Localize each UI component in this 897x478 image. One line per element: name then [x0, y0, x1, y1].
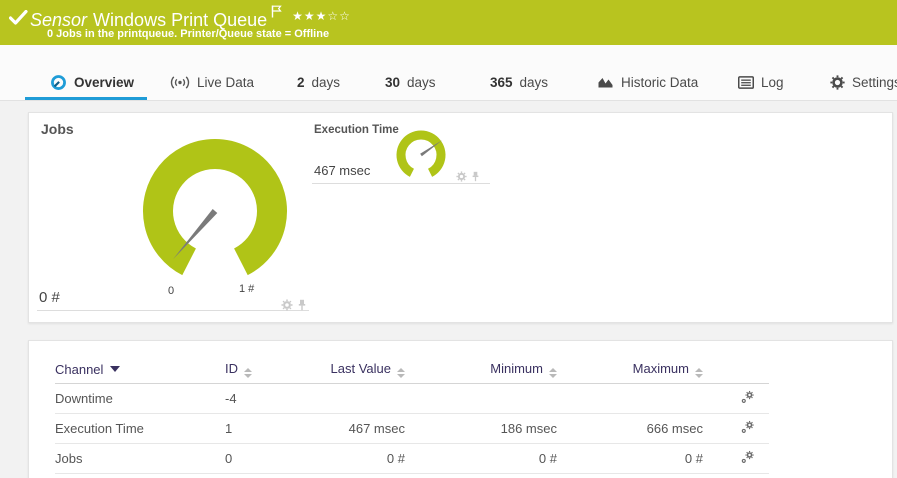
column-header-last-value[interactable]: Last Value — [299, 355, 411, 384]
tab-label: Settings — [852, 75, 897, 90]
channel-name: Jobs — [55, 444, 225, 474]
channel-name: Downtime — [55, 384, 225, 414]
tab-live-data[interactable]: Live Data — [170, 63, 254, 101]
channel-maximum: 666 msec — [563, 414, 709, 444]
status-ok-check-icon — [9, 10, 28, 25]
channels-table: Channel ID Last Value Minimum Maximum Do… — [55, 355, 769, 474]
live-data-icon — [170, 75, 190, 90]
tab-label: Live Data — [197, 75, 254, 90]
channel-maximum — [563, 384, 709, 414]
tab-label: Historic Data — [621, 75, 698, 90]
channels-panel: Channel ID Last Value Minimum Maximum Do… — [28, 340, 893, 478]
tab-2-days[interactable]: 2 days — [297, 63, 340, 101]
execution-time-gauge-title: Execution Time — [314, 124, 399, 136]
execution-time-gauge-actions — [456, 171, 480, 182]
gear-icon — [830, 75, 845, 90]
prtg-sensor-page: Sensor Windows Print Queue ★★★☆☆ 0 Jobs i… — [0, 0, 897, 478]
column-header-actions — [709, 355, 769, 384]
table-row-downtime: Downtime -4 — [55, 384, 769, 414]
channel-settings-gear-icon[interactable] — [741, 420, 755, 434]
tab-number: 365 — [490, 75, 513, 90]
area-chart-icon — [597, 75, 614, 89]
table-row-jobs: Jobs 0 0 # 0 # 0 # — [55, 444, 769, 474]
sort-icon — [244, 368, 252, 378]
table-row-execution-time: Execution Time 1 467 msec 186 msec 666 m… — [55, 414, 769, 444]
channel-id: -4 — [225, 384, 299, 414]
sensor-status-message: 0 Jobs in the printqueue. Printer/Queue … — [47, 28, 329, 40]
channel-last-value: 467 msec — [299, 414, 411, 444]
jobs-gauge-scale-max: 1 # — [239, 283, 254, 295]
pin-icon[interactable] — [297, 299, 307, 311]
active-tab-underline — [25, 97, 147, 100]
table-header-row: Channel ID Last Value Minimum Maximum — [55, 355, 769, 384]
tab-365-days[interactable]: 365 days — [490, 63, 548, 101]
log-icon — [738, 76, 754, 89]
channel-id: 1 — [225, 414, 299, 444]
execution-time-gauge-value: 467 msec — [314, 163, 370, 178]
tab-bar: Overview Live Data 2 days 30 days 365 da… — [0, 45, 897, 101]
tab-label: days — [312, 75, 341, 90]
gauge-icon — [50, 74, 67, 91]
tab-30-days[interactable]: 30 days — [385, 63, 436, 101]
column-header-id[interactable]: ID — [225, 355, 299, 384]
channel-id: 0 — [225, 444, 299, 474]
tab-label: days — [520, 75, 549, 90]
tab-number: 2 — [297, 75, 305, 90]
channel-minimum — [411, 384, 563, 414]
gear-icon[interactable] — [456, 171, 467, 182]
channel-last-value — [299, 384, 411, 414]
priority-stars[interactable]: ★★★☆☆ — [292, 9, 351, 23]
divider — [37, 310, 309, 311]
channel-minimum: 186 msec — [411, 414, 563, 444]
channel-last-value: 0 # — [299, 444, 411, 474]
jobs-gauge — [135, 131, 295, 291]
column-header-maximum[interactable]: Maximum — [563, 355, 709, 384]
column-header-minimum[interactable]: Minimum — [411, 355, 563, 384]
sensor-banner: Sensor Windows Print Queue ★★★☆☆ 0 Jobs i… — [0, 0, 897, 45]
channel-settings-gear-icon[interactable] — [741, 390, 755, 404]
sort-desc-icon — [110, 366, 120, 372]
execution-time-gauge — [393, 127, 449, 183]
tab-number: 30 — [385, 75, 400, 90]
pin-icon[interactable] — [471, 171, 480, 182]
sensor-title: Windows Print Queue — [93, 10, 267, 30]
gear-icon[interactable] — [281, 299, 293, 311]
jobs-gauge-actions — [281, 299, 307, 311]
jobs-gauge-value: 0 # — [39, 289, 60, 306]
sort-icon — [695, 368, 703, 378]
jobs-gauge-scale-min: 0 — [161, 285, 181, 297]
tab-label: Log — [761, 75, 784, 90]
tab-historic-data[interactable]: Historic Data — [597, 63, 698, 101]
flag-icon[interactable] — [271, 5, 282, 18]
tab-label: days — [407, 75, 436, 90]
jobs-gauge-title: Jobs — [41, 121, 74, 137]
sensor-kind-label: Sensor — [30, 10, 87, 30]
sort-icon — [549, 368, 557, 378]
channel-minimum: 0 # — [411, 444, 563, 474]
tab-log[interactable]: Log — [738, 63, 784, 101]
channel-settings-gear-icon[interactable] — [741, 450, 755, 464]
divider — [312, 183, 490, 184]
tab-label: Overview — [74, 75, 134, 90]
tab-overview[interactable]: Overview — [50, 63, 134, 101]
channel-maximum: 0 # — [563, 444, 709, 474]
tab-settings[interactable]: Settings — [830, 63, 897, 101]
sort-icon — [397, 368, 405, 378]
gauges-panel: Jobs 0 1 # 0 # Ex — [28, 112, 893, 323]
channel-name: Execution Time — [55, 414, 225, 444]
column-header-channel[interactable]: Channel — [55, 355, 225, 384]
